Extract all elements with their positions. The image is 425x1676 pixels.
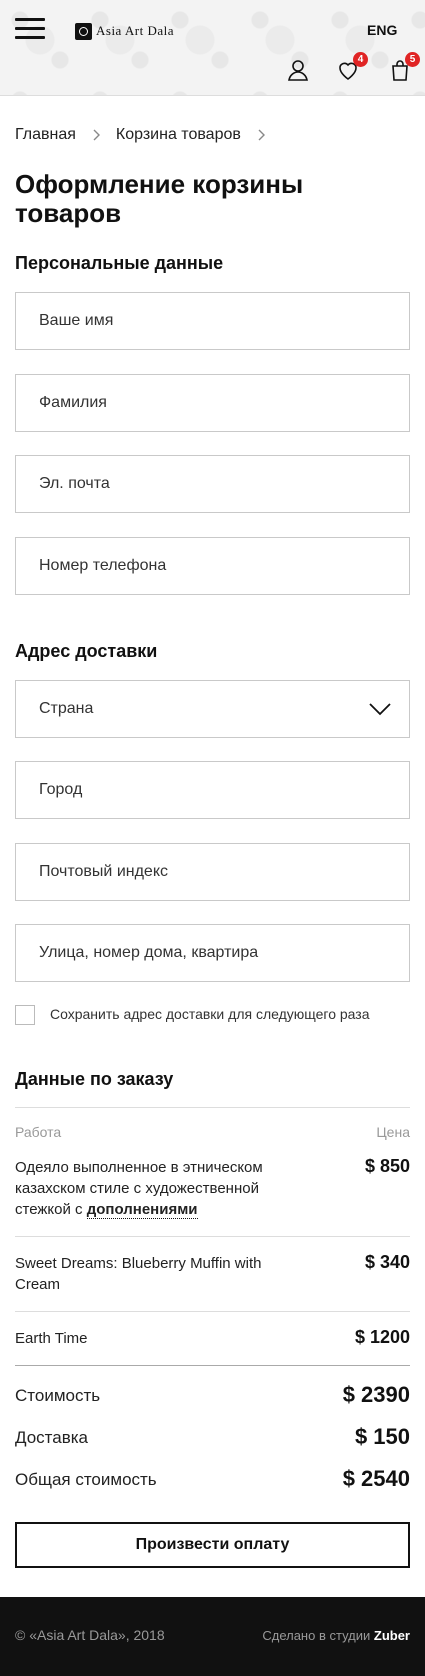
chevron-right-icon [258, 129, 265, 141]
language-switch[interactable]: ENG [367, 22, 397, 38]
divider [15, 1236, 410, 1237]
divider [15, 1365, 410, 1366]
divider [15, 1107, 410, 1108]
total-label: Общая стоимость [15, 1470, 157, 1489]
studio-prefix: Сделано в студии [262, 1628, 371, 1643]
logo-text: Asia Art Dala [96, 23, 174, 38]
cart-icon[interactable]: 5 [388, 52, 420, 82]
order-data-heading: Данные по заказу [15, 1069, 174, 1089]
page-title: Оформление корзины товаров [15, 169, 304, 228]
cost-label: Стоимость [15, 1386, 101, 1405]
email-input[interactable] [39, 475, 409, 493]
menu-icon[interactable] [15, 18, 45, 40]
total-value: $ 2540 [342, 1466, 410, 1491]
shipping-value: $ 150 [354, 1424, 410, 1449]
breadcrumb: Главная Корзина товаров [15, 126, 281, 144]
divider [15, 1311, 410, 1312]
shipping-label: Доставка [15, 1428, 89, 1447]
wishlist-count-badge: 4 [353, 52, 368, 67]
column-work: Работа [15, 1124, 62, 1140]
first-name-input[interactable] [39, 312, 409, 330]
delivery-address-heading: Адрес доставки [15, 641, 158, 661]
cart-count-badge: 5 [405, 52, 420, 67]
breadcrumb-home[interactable]: Главная [15, 126, 76, 144]
site-footer: © «Asia Art Dala», 2018 Сделано в студии… [0, 1597, 425, 1676]
order-item-price: $ 1200 [354, 1327, 410, 1347]
heart-icon[interactable]: 4 [336, 52, 368, 82]
additions-link[interactable]: дополнениями [86, 1201, 198, 1219]
country-select-value: Страна [39, 700, 94, 717]
personal-data-heading: Персональные данные [15, 253, 224, 273]
zip-input[interactable] [39, 863, 409, 881]
phone-field[interactable] [15, 537, 410, 595]
logo-mark-icon [75, 22, 92, 40]
pay-button[interactable]: Произвести оплату [15, 1522, 410, 1568]
site-header: Asia Art Dala ENG 4 5 [0, 0, 425, 96]
chevron-right-icon [93, 129, 100, 141]
copyright: © «Asia Art Dala», 2018 [15, 1627, 165, 1643]
street-field[interactable] [15, 924, 410, 982]
street-input[interactable] [39, 944, 409, 962]
city-field[interactable] [15, 761, 410, 819]
country-select[interactable]: Страна [15, 680, 410, 738]
order-item-name: Одеяло выполненное в этническом казахско… [15, 1157, 290, 1220]
order-item-name: Sweet Dreams: Blueberry Muffin with Crea… [15, 1255, 262, 1293]
column-price: Цена [376, 1124, 410, 1140]
chevron-down-icon [369, 703, 391, 716]
user-icon[interactable] [286, 58, 310, 82]
first-name-field[interactable] [15, 292, 410, 350]
last-name-input[interactable] [39, 394, 409, 412]
phone-input[interactable] [39, 557, 409, 575]
order-item-name: Earth Time [15, 1330, 88, 1347]
order-item-price: $ 850 [364, 1156, 410, 1176]
city-input[interactable] [39, 781, 409, 799]
studio-credit: Сделано в студии Zuber [262, 1628, 410, 1643]
save-address-label: Сохранить адрес доставки для следующего … [50, 1006, 370, 1022]
order-item-price: $ 340 [364, 1252, 410, 1272]
last-name-field[interactable] [15, 374, 410, 432]
save-address-checkbox[interactable] [15, 1005, 35, 1025]
email-field[interactable] [15, 455, 410, 513]
zip-field[interactable] [15, 843, 410, 901]
logo[interactable]: Asia Art Dala [75, 22, 174, 40]
cost-value: $ 2390 [342, 1382, 410, 1407]
breadcrumb-cart[interactable]: Корзина товаров [116, 126, 241, 144]
studio-link[interactable]: Zuber [374, 1628, 410, 1643]
